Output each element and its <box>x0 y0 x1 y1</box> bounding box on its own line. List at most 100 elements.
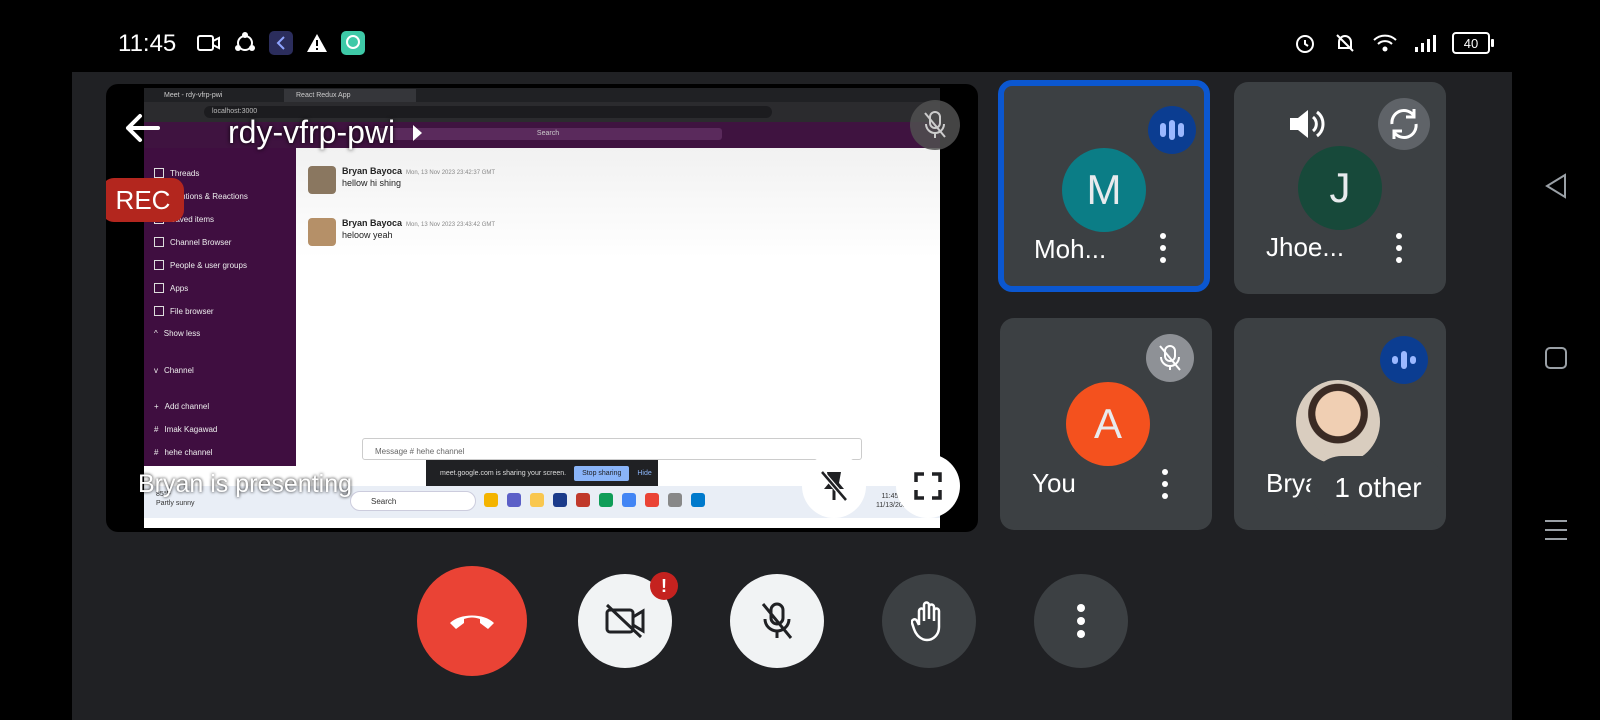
mic-off-icon <box>924 111 946 138</box>
wifi-icon <box>1372 30 1398 56</box>
message-author: Bryan Bayoca <box>342 218 403 228</box>
taskbar-apps <box>484 493 705 507</box>
sidebar-item: # Imak Kagawad <box>154 425 218 434</box>
browser-tabbar: Meet - rdy-vfrp-pwi React Redux App <box>144 88 940 102</box>
more-vert-icon[interactable] <box>1154 228 1172 268</box>
participant-tile[interactable]: M Moh... <box>998 80 1210 292</box>
slack-search: Search <box>374 128 722 140</box>
camera-toggle-button[interactable]: ! <box>578 572 678 668</box>
app-icon <box>576 493 590 507</box>
sidebar-item: Channel Browser <box>154 237 231 247</box>
participant-tile[interactable]: Bryan 1 other <box>1234 318 1446 530</box>
vscode-icon <box>691 493 705 507</box>
app-icon <box>622 493 636 507</box>
more-options-button[interactable] <box>1034 574 1128 668</box>
camera-off-icon <box>605 603 645 639</box>
camera-warning-badge: ! <box>650 572 678 600</box>
mic-off-icon <box>761 602 793 639</box>
message-text: heloow yeah <box>342 230 393 240</box>
avatar <box>308 218 336 246</box>
switch-camera-icon[interactable] <box>1378 98 1430 150</box>
slack-chat: Bryan Bayoca Mon, 13 Nov 2023 23:42:37 GM… <box>296 148 940 466</box>
app-icon <box>484 493 498 507</box>
presentation-tile[interactable]: Meet - rdy-vfrp-pwi React Redux App loca… <box>106 84 978 532</box>
share-network-icon <box>232 30 258 56</box>
volume-icon[interactable] <box>1280 98 1332 150</box>
message: Bryan Bayoca Mon, 13 Nov 2023 23:42:37 GM… <box>308 166 495 194</box>
app-icon <box>553 493 567 507</box>
taskbar-search: Search <box>350 491 476 511</box>
mic-off-icon <box>1159 345 1181 371</box>
presenting-label: Bryan is presenting <box>138 470 353 498</box>
presenter-mic-off-indicator <box>910 100 960 150</box>
participant-name: You <box>1032 468 1076 498</box>
fullscreen-icon <box>914 472 942 500</box>
participant-photo <box>1296 380 1380 464</box>
sidebar-item: + Add channel <box>154 402 210 411</box>
sidebar-item: ^ Show less <box>154 329 201 338</box>
avatar: J <box>1298 146 1382 230</box>
notifications-off-icon <box>1332 30 1358 56</box>
pin-off-icon <box>820 470 848 502</box>
participant-name: Jhoe... <box>1266 232 1345 262</box>
nav-back-button[interactable] <box>1540 170 1572 202</box>
speaking-indicator <box>1380 336 1428 384</box>
fullscreen-button[interactable] <box>896 454 960 518</box>
back-button[interactable] <box>122 108 162 148</box>
more-vert-icon <box>1077 604 1085 638</box>
participant-tile[interactable]: J Jhoe... <box>1234 82 1446 294</box>
sidebar-item: v Channel <box>154 366 194 375</box>
end-call-icon <box>450 615 494 629</box>
unpin-button[interactable] <box>802 454 866 518</box>
message: Bryan Bayoca Mon, 13 Nov 2023 23:43:42 GM… <box>308 218 495 246</box>
nav-home-button[interactable] <box>1540 342 1572 374</box>
message-composer: Message # hehe channel <box>362 438 862 460</box>
arrow-back-icon <box>126 114 160 142</box>
signal-icon <box>1412 30 1438 56</box>
muted-indicator <box>1146 334 1194 382</box>
meet-call-screen: Meet - rdy-vfrp-pwi React Redux App loca… <box>72 72 1512 720</box>
meeting-title[interactable]: rdy-vfrp-pwi <box>228 114 423 151</box>
chrome-icon <box>645 493 659 507</box>
participant-tile[interactable]: A You <box>1000 318 1212 530</box>
app-k-icon <box>268 30 294 56</box>
android-nav-bar <box>1512 0 1600 720</box>
recording-badge: REC <box>106 178 184 222</box>
status-time: 11:45 <box>118 30 177 57</box>
more-vert-icon[interactable] <box>1390 228 1408 268</box>
participant-name: Moh... <box>1034 234 1107 264</box>
browser-tab: Meet - rdy-vfrp-pwi <box>164 92 223 99</box>
app-icon <box>507 493 521 507</box>
video-camera-icon <box>196 30 222 56</box>
sidebar-item: Apps <box>154 283 188 293</box>
menu-icon <box>1545 520 1567 540</box>
avatar: M <box>1062 148 1146 232</box>
end-call-button[interactable] <box>417 566 527 676</box>
message-meta: Mon, 13 Nov 2023 23:43:42 GMT <box>406 222 496 228</box>
status-right-icons: 40 <box>1292 30 1494 56</box>
more-vert-icon[interactable] <box>1156 464 1174 504</box>
mic-toggle-button[interactable] <box>730 574 824 668</box>
chevron-right-icon <box>413 124 423 141</box>
nav-recents-button[interactable] <box>1540 514 1572 546</box>
avatar: A <box>1066 382 1150 466</box>
share-notice-text: meet.google.com is sharing your screen. <box>440 469 567 477</box>
others-count[interactable]: 1 other <box>1310 456 1446 520</box>
raise-hand-button[interactable] <box>882 574 976 668</box>
browser-tab: React Redux App <box>284 89 416 102</box>
square-home-icon <box>1545 347 1567 369</box>
sidebar-item: Threads <box>154 168 199 178</box>
warning-icon <box>304 30 330 56</box>
raise-hand-icon <box>911 601 941 642</box>
message-author: Bryan Bayoca <box>342 166 403 176</box>
message-text: hellow hi shing <box>342 178 402 188</box>
speaking-indicator <box>1148 106 1196 154</box>
sidebar-item: # hehe channel <box>154 448 213 457</box>
triangle-back-icon <box>1545 173 1566 199</box>
meeting-code: rdy-vfrp-pwi <box>228 114 396 150</box>
message-meta: Mon, 13 Nov 2023 23:42:37 GMT <box>406 170 496 176</box>
stop-sharing-button: Stop sharing <box>574 465 630 481</box>
sidebar-item: People & user groups <box>154 260 247 270</box>
sidebar-item: File browser <box>154 306 214 316</box>
chat-bubble-icon <box>340 30 366 56</box>
